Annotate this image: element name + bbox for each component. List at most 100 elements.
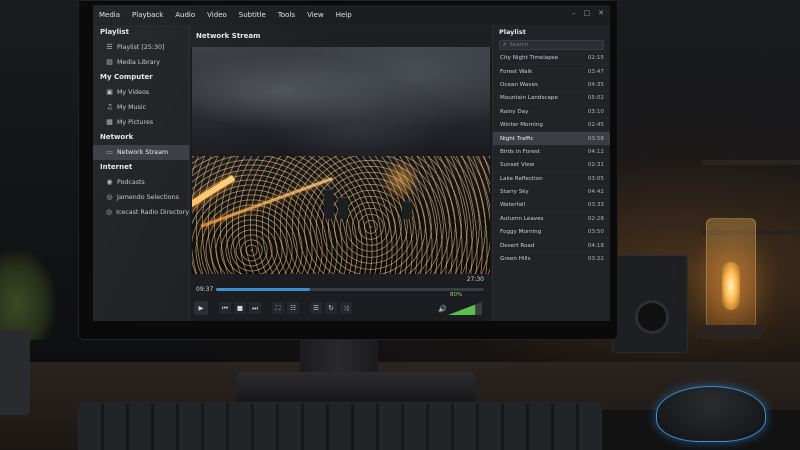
playlist-row[interactable]: Forest Walk 03:47 bbox=[493, 65, 610, 79]
menu-media[interactable]: Media bbox=[93, 11, 126, 19]
next-button[interactable]: ⏭ bbox=[249, 302, 261, 314]
playlist-row[interactable]: Night Traffic 03:58 bbox=[493, 132, 610, 146]
playlist-row[interactable]: Desert Road 04:18 bbox=[493, 239, 610, 253]
stop-icon: ■ bbox=[236, 304, 244, 312]
sidebar-item-my-music[interactable]: ♫ My Music bbox=[93, 100, 189, 115]
playlist-row[interactable]: Ocean Waves 04:35 bbox=[493, 79, 610, 93]
seek-bar[interactable] bbox=[216, 288, 484, 291]
sidebar-item-icecast[interactable]: ◎ Icecast Radio Directory bbox=[93, 205, 189, 220]
sidebar-item-podcasts[interactable]: ◉ Podcasts bbox=[93, 175, 189, 190]
video-building bbox=[402, 201, 412, 219]
close-icon[interactable]: ✕ bbox=[598, 9, 604, 17]
playlist-row[interactable]: City Night Timelapse 02:15 bbox=[493, 52, 610, 66]
window-controls: – □ ✕ bbox=[572, 9, 604, 17]
playlist-row[interactable]: Green Hills 03:22 bbox=[493, 253, 610, 267]
playlist-item-duration: 03:05 bbox=[587, 175, 604, 182]
fullscreen-button[interactable]: ⛶ bbox=[272, 302, 284, 314]
search-icon: ⌕ bbox=[503, 41, 507, 48]
search-input[interactable] bbox=[509, 42, 590, 48]
playlist-row[interactable]: Foggy Morning 03:50 bbox=[493, 226, 610, 240]
playlist-row[interactable]: Rainy Day 03:10 bbox=[493, 106, 610, 119]
playlist-row[interactable]: Birds in Forest 04:12 bbox=[493, 146, 610, 160]
playlist-item-title: Mountain Landscape bbox=[500, 95, 558, 102]
playlist-row[interactable]: Starry Sky 04:42 bbox=[493, 186, 610, 200]
playlist-row[interactable]: Winter Morning 02:45 bbox=[493, 119, 610, 133]
playlist-item-duration: 02:45 bbox=[587, 122, 604, 129]
sidebar-item-label: Jamendo Selections bbox=[117, 194, 179, 201]
playlist-toggle-button[interactable]: ☰ bbox=[310, 302, 322, 314]
mouse bbox=[656, 386, 766, 442]
player-title: Network Stream bbox=[190, 25, 492, 47]
minimize-icon[interactable]: – bbox=[572, 9, 576, 17]
loop-icon: ↻ bbox=[328, 304, 334, 312]
playlist-row[interactable]: Autumn Leaves 02:28 bbox=[493, 213, 610, 227]
sidebar-heading-playlist: Playlist bbox=[100, 28, 129, 36]
playlist-row[interactable]: Lake Reflection 03:05 bbox=[493, 173, 610, 186]
sidebar-item-network-stream[interactable]: ▭ Network Stream bbox=[93, 145, 189, 160]
menu-view[interactable]: View bbox=[301, 11, 330, 19]
radio-icon: ◎ bbox=[106, 208, 113, 216]
speaker-woofer bbox=[635, 300, 669, 334]
playlist-title: Playlist bbox=[499, 28, 526, 36]
sidebar-item-playlist[interactable]: ☰ Playlist [25:30] bbox=[93, 40, 189, 55]
playlist-icon: ☰ bbox=[106, 43, 113, 51]
playlist-row[interactable]: Sunset View 02:31 bbox=[493, 159, 610, 173]
menu-video[interactable]: Video bbox=[201, 11, 233, 19]
control-buttons: ▶ ⏮ ■ ⏭ ⛶ ☷ ☰ ↻ ⤨ bbox=[194, 301, 352, 315]
playlist-item-title: Starry Sky bbox=[500, 189, 529, 196]
library-icon: ▤ bbox=[106, 58, 113, 66]
video-building bbox=[338, 197, 348, 219]
menu-playback[interactable]: Playback bbox=[126, 11, 169, 19]
sidebar-heading-internet: Internet bbox=[100, 163, 133, 171]
previous-button[interactable]: ⏮ bbox=[219, 302, 231, 314]
wall-shelf bbox=[702, 160, 800, 165]
picture-icon: ▦ bbox=[106, 118, 113, 126]
maximize-icon[interactable]: □ bbox=[584, 9, 591, 17]
sidebar-heading-my-computer: My Computer bbox=[100, 73, 153, 81]
playlist-search[interactable]: ⌕ bbox=[499, 40, 604, 50]
playlist-row[interactable]: Waterfall 03:33 bbox=[493, 199, 610, 213]
playlist-item-duration: 04:42 bbox=[587, 189, 604, 196]
playlist-row[interactable]: Mountain Landscape 05:02 bbox=[493, 92, 610, 106]
volume-level bbox=[448, 304, 476, 315]
play-button[interactable]: ▶ bbox=[194, 301, 208, 315]
loop-button[interactable]: ↻ bbox=[325, 302, 337, 314]
seek-bar-progress bbox=[216, 288, 310, 291]
menu-bar: Media Playback Audio Video Subtitle Tool… bbox=[93, 5, 610, 25]
skip-back-icon: ⏮ bbox=[222, 303, 228, 312]
extended-settings-button[interactable]: ☷ bbox=[287, 302, 299, 314]
playlist-item-duration: 03:47 bbox=[587, 68, 604, 75]
playlist-item-duration: 04:12 bbox=[587, 148, 604, 155]
music-note-icon: ♫ bbox=[106, 103, 113, 111]
media-player-window: Media Playback Audio Video Subtitle Tool… bbox=[93, 5, 610, 321]
playlist-item-title: Winter Morning bbox=[500, 122, 543, 129]
playlist-item-duration: 04:18 bbox=[587, 242, 604, 249]
video-frame[interactable] bbox=[192, 47, 490, 274]
playlist-item-title: Green Hills bbox=[500, 256, 531, 263]
menu-help[interactable]: Help bbox=[330, 11, 358, 19]
playlist-item-duration: 05:02 bbox=[587, 95, 604, 102]
playlist-item-duration: 03:50 bbox=[587, 229, 604, 236]
playlist-item-duration: 02:15 bbox=[587, 55, 604, 62]
playlist-item-duration: 03:33 bbox=[587, 202, 604, 209]
menu-subtitle[interactable]: Subtitle bbox=[233, 11, 272, 19]
menu-tools[interactable]: Tools bbox=[272, 11, 301, 19]
sidebar-item-my-pictures[interactable]: ▦ My Pictures bbox=[93, 115, 189, 130]
sidebar-item-my-videos[interactable]: ▣ My Videos bbox=[93, 85, 189, 100]
stop-button[interactable]: ■ bbox=[234, 302, 246, 314]
playlist-items: City Night Timelapse 02:15 Forest Walk 03:4… bbox=[493, 52, 610, 267]
menu-audio[interactable]: Audio bbox=[169, 11, 201, 19]
shuffle-button[interactable]: ⤨ bbox=[340, 302, 352, 314]
volume-icon[interactable]: 🔊 bbox=[438, 305, 447, 313]
sidebar-item-label: My Music bbox=[117, 104, 147, 111]
volume-slider[interactable] bbox=[448, 302, 482, 315]
playback-controls: 27:30 09:37 ▶ ⏮ ■ ⏭ ⛶ ☷ ☰ ↻ ⤨ 🔊 80% bbox=[190, 274, 492, 321]
sidebar-item-jamendo[interactable]: ◎ Jamendo Selections bbox=[93, 190, 189, 205]
playlist-item-duration: 03:10 bbox=[587, 108, 604, 115]
video-building bbox=[324, 189, 334, 219]
shuffle-icon: ⤨ bbox=[343, 303, 349, 312]
current-time: 09:37 bbox=[196, 286, 214, 293]
sidebar-item-media-library[interactable]: ▤ Media Library bbox=[93, 55, 189, 70]
playlist-item-title: Birds in Forest bbox=[500, 148, 540, 155]
playlist-item-title: Desert Road bbox=[500, 242, 535, 249]
